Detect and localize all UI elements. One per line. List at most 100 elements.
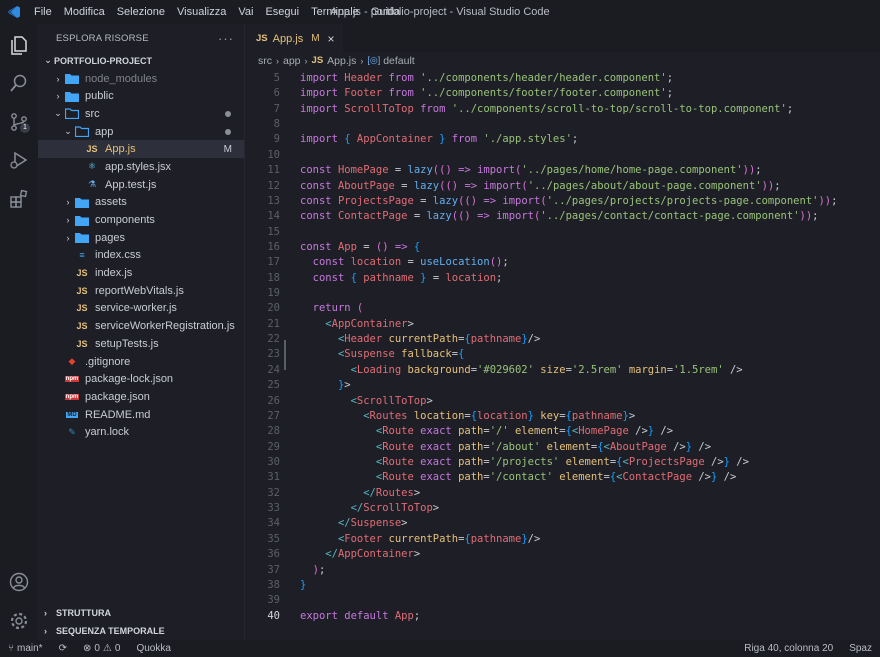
symbol-variable-icon: [◎] — [367, 55, 381, 65]
menu-terminal[interactable]: Terminale — [305, 0, 365, 24]
menu-help[interactable]: Guida — [365, 0, 406, 24]
tree-item-index-css[interactable]: ≡ index.css — [38, 247, 244, 265]
quokka-status[interactable]: Quokka — [128, 643, 178, 654]
settings-gear-icon[interactable] — [0, 602, 38, 640]
tree-item-package-json[interactable]: npm package.json — [38, 388, 244, 406]
code-text: } — [300, 578, 307, 591]
run-debug-icon[interactable] — [0, 141, 38, 179]
js-file-icon: JS — [311, 55, 324, 66]
extensions-icon[interactable] — [0, 180, 38, 218]
problems-indicator[interactable]: ⊗ 0 ⚠ 0 — [75, 643, 128, 654]
code-line: 22 <Header currentPath={pathname}/> — [246, 332, 880, 347]
chevron-right-icon: › — [276, 55, 279, 66]
tree-item-app[interactable]: ⌄ app — [38, 123, 244, 141]
project-root[interactable]: ⌄ PORTFOLIO-PROJECT — [38, 52, 244, 70]
code-line: 31 <Route exact path='/contact' element=… — [246, 470, 880, 485]
tree-item-src[interactable]: ⌄ src — [38, 105, 244, 123]
line-number: 20 — [267, 302, 280, 315]
chevron-right-icon: › — [44, 626, 47, 636]
tree-item-components[interactable]: › components — [38, 211, 244, 229]
breadcrumb-src[interactable]: src — [258, 55, 272, 67]
sync-icon[interactable]: ⟳ — [51, 643, 75, 654]
code-line: 7 import ScrollToTop from '../components/… — [246, 102, 880, 117]
js-file-icon: JS — [86, 144, 98, 155]
tree-item-reportwebvitals-js[interactable]: JS reportWebVitals.js — [38, 282, 244, 300]
tab-app-js[interactable]: JS App.js M × — [246, 24, 343, 52]
source-control-icon[interactable]: 1 — [0, 103, 38, 141]
tree-item-label: service-worker.js — [95, 302, 177, 315]
tree-item-service-worker-js[interactable]: JS service-worker.js — [38, 300, 244, 318]
tree-item-public[interactable]: › public — [38, 87, 244, 105]
tree-item-label: pages — [95, 231, 125, 244]
tree-item-readme-md[interactable]: MD README.md — [38, 406, 244, 424]
folder-icon — [74, 196, 90, 208]
code-text: const location = useLocation(); — [312, 256, 509, 269]
tree-item-yarn-lock[interactable]: ✎ yarn.lock — [38, 423, 244, 441]
line-number: 40 — [267, 609, 280, 622]
editor-area: JS App.js M × src › app › JS App.js › [◎… — [246, 24, 880, 640]
js-file-icon: JS — [76, 338, 88, 349]
code-text: <Header currentPath={pathname}/> — [337, 333, 541, 346]
chevron-right-icon: › — [66, 215, 70, 226]
npm-file-icon: npm — [64, 376, 80, 383]
code-text: }> — [337, 379, 351, 392]
line-number: 13 — [267, 194, 280, 207]
chevron-right-icon: › — [44, 608, 47, 618]
line-number: 8 — [273, 118, 280, 131]
line-number: 25 — [267, 379, 280, 392]
explorer-icon[interactable] — [0, 26, 38, 64]
tree-item-serviceworkerregistration-js[interactable]: JS serviceWorkerRegistration.js — [38, 317, 244, 335]
code-text: <ScrollToTop> — [350, 394, 433, 407]
yarn-file-icon: ✎ — [68, 426, 76, 437]
breadcrumb-app[interactable]: app — [283, 55, 301, 67]
close-icon[interactable]: × — [328, 32, 335, 46]
code-editor[interactable]: 5 import Header from '../components/heade… — [246, 71, 880, 624]
menu-run[interactable]: Esegui — [259, 0, 305, 24]
menu-selection[interactable]: Selezione — [111, 0, 171, 24]
code-line: 16 const App = () => { — [246, 240, 880, 255]
tree-item-node-modules[interactable]: › node_modules — [38, 70, 244, 88]
code-line: 26 <ScrollToTop> — [246, 394, 880, 409]
tree-item-label: reportWebVitals.js — [95, 284, 184, 297]
explorer-header: ESPLORA RISORSE ··· — [38, 24, 244, 52]
search-icon[interactable] — [0, 64, 38, 102]
tree-item-label: App.test.js — [105, 178, 157, 191]
tree-item-package-lock-json[interactable]: npm package-lock.json — [38, 370, 244, 388]
menu-go[interactable]: Vai — [232, 0, 259, 24]
tree-item-pages[interactable]: › pages — [38, 229, 244, 247]
code-line: 17 const location = useLocation(); — [246, 255, 880, 270]
tree-item-setuptests-js[interactable]: JS setupTests.js — [38, 335, 244, 353]
tree-item-label: src — [85, 107, 100, 120]
menu-file[interactable]: File — [28, 0, 58, 24]
tree-item-gitignore[interactable]: ◆ .gitignore — [38, 353, 244, 371]
breadcrumb-symbol[interactable]: default — [383, 55, 415, 67]
branch-indicator[interactable]: ⑂ main* — [0, 643, 51, 654]
tree-item-index-js[interactable]: JS index.js — [38, 264, 244, 282]
breadcrumb-file[interactable]: App.js — [327, 55, 356, 67]
menu-view[interactable]: Visualizza — [171, 0, 232, 24]
tree-item-app-styles-jsx[interactable]: ⚛ app.styles.jsx — [38, 158, 244, 176]
tree-item-app-test-js[interactable]: ⚗ App.test.js — [38, 176, 244, 194]
file-tree: › node_modules › public ⌄ src ⌄ app JS App.js M ⚛ ap… — [38, 70, 244, 441]
indentation[interactable]: Spaz — [841, 643, 880, 654]
code-text: import Header from '../components/header… — [300, 72, 674, 84]
account-icon[interactable] — [0, 563, 38, 601]
line-number: 15 — [267, 225, 280, 238]
tree-item-assets[interactable]: › assets — [38, 194, 244, 212]
line-number: 34 — [267, 517, 280, 530]
code-line: 35 <Footer currentPath={pathname}/> — [246, 532, 880, 547]
tree-item-app-js[interactable]: JS App.js M — [38, 140, 244, 159]
cursor-position[interactable]: Riga 40, colonna 20 — [736, 643, 841, 654]
js-file-icon: JS — [76, 303, 88, 314]
warning-icon: ⚠ — [102, 643, 112, 654]
more-actions-icon[interactable]: ··· — [218, 31, 234, 46]
code-text: const AboutPage = lazy(() => import('../… — [300, 179, 781, 192]
code-line: 15 — [246, 225, 880, 240]
chevron-right-icon: › — [66, 232, 70, 243]
outline-section[interactable]: › STRUTTURA — [38, 604, 245, 622]
timeline-section[interactable]: › SEQUENZA TEMPORALE — [38, 622, 245, 640]
menu-edit[interactable]: Modifica — [58, 0, 111, 24]
